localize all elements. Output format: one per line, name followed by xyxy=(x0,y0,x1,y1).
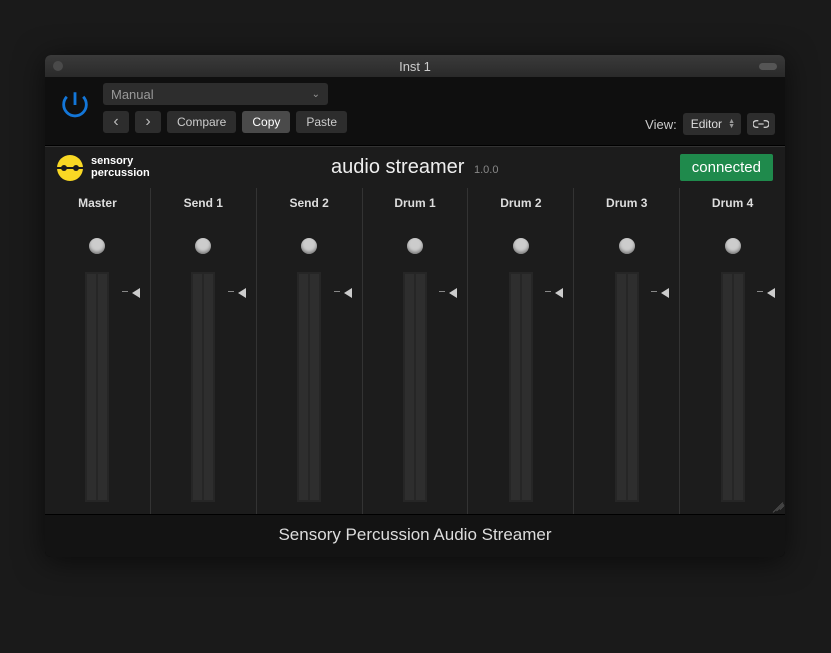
brand-logo: sensory percussion xyxy=(57,155,150,181)
preset-value: Manual xyxy=(111,87,154,102)
channel-strip: Send 1 xyxy=(151,188,257,514)
plugin-title: audio streamer 1.0.0 xyxy=(150,156,680,179)
channel-strip: Drum 2 xyxy=(468,188,574,514)
paste-button[interactable]: Paste xyxy=(296,111,347,133)
zero-tick xyxy=(122,291,128,292)
chevron-right-icon: › xyxy=(145,113,150,131)
updown-icon: ▲▼ xyxy=(728,119,735,129)
pan-knob[interactable] xyxy=(89,238,105,254)
fader[interactable] xyxy=(151,272,256,502)
fader[interactable] xyxy=(468,272,573,502)
window-titlebar[interactable]: Inst 1 xyxy=(45,55,785,77)
channel-label: Drum 1 xyxy=(394,196,435,210)
level-meter xyxy=(297,272,321,502)
power-button[interactable] xyxy=(55,85,95,125)
brand-logo-text: sensory percussion xyxy=(91,156,150,179)
plugin-title-text: audio streamer xyxy=(331,156,464,178)
power-icon xyxy=(58,88,92,122)
window-pill-icon xyxy=(759,63,777,70)
fader[interactable] xyxy=(45,272,150,502)
view-label: View: xyxy=(645,117,677,132)
zero-tick xyxy=(757,291,763,292)
plugin-footer: Sensory Percussion Audio Streamer xyxy=(45,514,785,557)
connection-status-badge: connected xyxy=(680,154,773,181)
copy-button[interactable]: Copy xyxy=(242,111,290,133)
plugin-version: 1.0.0 xyxy=(474,164,498,176)
brand-line1: sensory xyxy=(91,156,150,168)
next-preset-button[interactable]: › xyxy=(135,111,161,133)
fader[interactable] xyxy=(680,272,785,502)
pan-knob[interactable] xyxy=(301,238,317,254)
fader[interactable] xyxy=(574,272,679,502)
link-button[interactable] xyxy=(747,113,775,135)
pan-knob[interactable] xyxy=(513,238,529,254)
level-meter xyxy=(721,272,745,502)
zero-tick xyxy=(545,291,551,292)
fader-thumb-icon[interactable] xyxy=(661,288,669,298)
brand-logo-icon xyxy=(57,155,83,181)
pan-knob[interactable] xyxy=(725,238,741,254)
channel-strip: Drum 4 xyxy=(680,188,785,514)
pan-knob[interactable] xyxy=(195,238,211,254)
plugin-header: sensory percussion audio streamer 1.0.0 … xyxy=(45,146,785,188)
prev-preset-button[interactable]: ‹ xyxy=(103,111,129,133)
fader-thumb-icon[interactable] xyxy=(449,288,457,298)
plugin-window: Inst 1 Manual ⌄ ‹ › Comp xyxy=(45,55,785,557)
level-meter xyxy=(85,272,109,502)
level-meter xyxy=(403,272,427,502)
channel-label: Drum 4 xyxy=(712,196,753,210)
channel-strip-container: Master Send 1 Send 2 xyxy=(45,188,785,514)
brand-line2: percussion xyxy=(91,168,150,180)
pan-knob[interactable] xyxy=(619,238,635,254)
channel-label: Drum 2 xyxy=(500,196,541,210)
channel-strip: Drum 3 xyxy=(574,188,680,514)
pan-knob[interactable] xyxy=(407,238,423,254)
preset-select[interactable]: Manual ⌄ xyxy=(103,83,328,105)
channel-strip: Send 2 xyxy=(257,188,363,514)
channel-label: Send 2 xyxy=(289,196,328,210)
chevron-left-icon: ‹ xyxy=(113,113,118,131)
chevron-down-icon: ⌄ xyxy=(312,89,320,100)
level-meter xyxy=(615,272,639,502)
fader-thumb-icon[interactable] xyxy=(238,288,246,298)
channel-label: Send 1 xyxy=(184,196,223,210)
channel-label: Drum 3 xyxy=(606,196,647,210)
level-meter xyxy=(509,272,533,502)
fader-thumb-icon[interactable] xyxy=(132,288,140,298)
host-toolbar: Manual ⌄ ‹ › Compare Copy Paste View: Ed… xyxy=(45,77,785,146)
fader-thumb-icon[interactable] xyxy=(555,288,563,298)
zero-tick xyxy=(228,291,234,292)
zero-tick xyxy=(651,291,657,292)
window-title: Inst 1 xyxy=(45,59,785,74)
view-value: Editor xyxy=(691,117,722,131)
fader[interactable] xyxy=(257,272,362,502)
channel-strip: Master xyxy=(45,188,151,514)
fader-thumb-icon[interactable] xyxy=(767,288,775,298)
zero-tick xyxy=(439,291,445,292)
resize-grip-icon[interactable] xyxy=(768,497,782,511)
level-meter xyxy=(191,272,215,502)
fader-thumb-icon[interactable] xyxy=(344,288,352,298)
view-select[interactable]: Editor ▲▼ xyxy=(683,113,741,135)
channel-label: Master xyxy=(78,196,117,210)
compare-button[interactable]: Compare xyxy=(167,111,236,133)
channel-strip: Drum 1 xyxy=(363,188,469,514)
zero-tick xyxy=(334,291,340,292)
fader[interactable] xyxy=(363,272,468,502)
link-icon xyxy=(753,118,769,130)
